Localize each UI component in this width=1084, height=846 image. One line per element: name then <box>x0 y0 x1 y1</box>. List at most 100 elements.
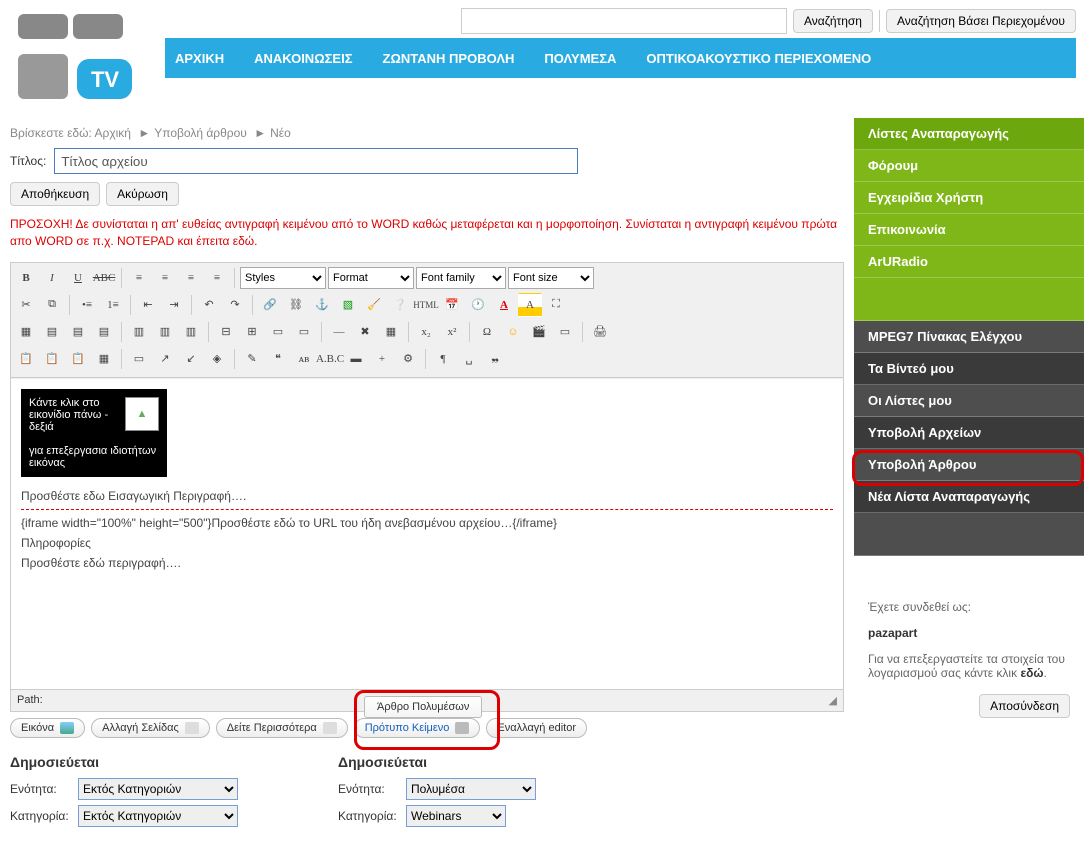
hr-button[interactable]: — <box>327 320 351 344</box>
undo-button[interactable]: ↶ <box>197 293 221 317</box>
logout-button[interactable]: Αποσύνδεση <box>979 694 1070 718</box>
title-input[interactable] <box>54 148 578 174</box>
bgcolor-button[interactable]: A <box>518 293 542 317</box>
cancel-button[interactable]: Ακύρωση <box>106 182 179 206</box>
char-button[interactable]: Ω <box>475 320 499 344</box>
ul-button[interactable]: •≡ <box>75 293 99 317</box>
edit-profile-link[interactable]: εδώ <box>1020 666 1043 680</box>
align-center-button[interactable]: ≡ <box>153 266 177 290</box>
emoji-button[interactable]: ☺ <box>501 320 525 344</box>
underline-button[interactable]: U <box>66 266 90 290</box>
select-all-button[interactable]: ▦ <box>92 347 116 371</box>
del-button[interactable]: ▬ <box>344 347 368 371</box>
side-manuals[interactable]: Εγχειρίδια Χρήστη <box>854 182 1084 214</box>
acronym-button[interactable]: A.B.C <box>318 347 342 371</box>
section-select-left[interactable]: Εκτός Κατηγοριών <box>78 778 238 800</box>
clean-button[interactable]: 🧹 <box>362 293 386 317</box>
fontfamily-select[interactable]: Font family <box>416 267 506 289</box>
col-after-button[interactable]: ▥ <box>153 320 177 344</box>
copy-button[interactable]: ⧉ <box>40 293 64 317</box>
indent-button[interactable]: ⇥ <box>162 293 186 317</box>
category-select-left[interactable]: Εκτός Κατηγοριών <box>78 805 238 827</box>
link-button[interactable]: 🔗 <box>258 293 282 317</box>
chip-readmore[interactable]: Δείτε Περισσότερα <box>216 718 348 738</box>
del-row-button[interactable]: ▤ <box>92 320 116 344</box>
anchor-button[interactable]: ⚓ <box>310 293 334 317</box>
blockquote-button[interactable]: ❠ <box>483 347 507 371</box>
crumb-submit[interactable]: Υποβολή άρθρου <box>154 126 247 140</box>
styles-select[interactable]: Styles <box>240 267 326 289</box>
search-input[interactable] <box>461 8 787 34</box>
fontsize-select[interactable]: Font size <box>508 267 594 289</box>
paste-button[interactable]: 📋 <box>14 347 38 371</box>
date-button[interactable]: 📅 <box>440 293 464 317</box>
logo[interactable]: TV <box>0 4 165 114</box>
visualchars-button[interactable]: ¶ <box>431 347 455 371</box>
sup-button[interactable]: x² <box>440 320 464 344</box>
media-button[interactable]: 🎬 <box>527 320 551 344</box>
strike-button[interactable]: ABC <box>92 266 116 290</box>
category-select-right[interactable]: Webinars <box>406 805 506 827</box>
style-button[interactable]: ✎ <box>240 347 264 371</box>
nav-multimedia[interactable]: ΠΟΛΥΜΕΣΑ <box>544 51 616 66</box>
merge-button[interactable]: ⊞ <box>240 320 264 344</box>
format-select[interactable]: Format <box>328 267 414 289</box>
ins-button[interactable]: + <box>370 347 394 371</box>
chip-image[interactable]: Εικόνα <box>10 718 85 738</box>
align-right-button[interactable]: ≡ <box>179 266 203 290</box>
crumb-home[interactable]: Αρχική <box>95 126 131 140</box>
chip-pagebreak[interactable]: Αλλαγή Σελίδας <box>91 718 210 738</box>
ol-button[interactable]: 1≡ <box>101 293 125 317</box>
side-submit-article[interactable]: Υποβολή Άρθρου <box>854 449 1084 481</box>
nav-home[interactable]: ΑΡΧΙΚΗ <box>175 51 224 66</box>
content-search-button[interactable]: Αναζήτηση Βάσει Περιεχομένου <box>886 9 1076 33</box>
chip-toggle-editor[interactable]: Εναλλαγή editor <box>486 718 587 738</box>
nav-announcements[interactable]: ΑΝΑΚΟΙΝΩΣΕΙΣ <box>254 51 352 66</box>
table-button[interactable]: ▦ <box>14 320 38 344</box>
chip-template[interactable]: Πρότυπο Κείμενο <box>354 718 481 738</box>
search-button[interactable]: Αναζήτηση <box>793 9 873 33</box>
iframe-button[interactable]: ▭ <box>553 320 577 344</box>
image-button[interactable]: ▧ <box>336 293 360 317</box>
side-mylists[interactable]: Οι Λίστες μου <box>854 385 1084 417</box>
remove-format-button[interactable]: ✖ <box>353 320 377 344</box>
abbr-button[interactable]: ᴀʙ <box>292 347 316 371</box>
bold-button[interactable]: B <box>14 266 38 290</box>
row-before-button[interactable]: ▤ <box>40 320 64 344</box>
nbsp-button[interactable]: ␣ <box>457 347 481 371</box>
del-col-button[interactable]: ▥ <box>179 320 203 344</box>
side-playlists[interactable]: Λίστες Αναπαραγωγής <box>854 118 1084 150</box>
resize-handle-icon[interactable]: ◢ <box>829 694 837 707</box>
sub-button[interactable]: x₂ <box>414 320 438 344</box>
backward-button[interactable]: ↙ <box>179 347 203 371</box>
time-button[interactable]: 🕐 <box>466 293 490 317</box>
row-after-button[interactable]: ▤ <box>66 320 90 344</box>
absolute-button[interactable]: ◈ <box>205 347 229 371</box>
paste-text-button[interactable]: 📋 <box>66 347 90 371</box>
visualaid-button[interactable]: ▦ <box>379 320 403 344</box>
forward-button[interactable]: ↗ <box>153 347 177 371</box>
outdent-button[interactable]: ⇤ <box>136 293 160 317</box>
help-button[interactable]: ❔ <box>388 293 412 317</box>
side-upload-files[interactable]: Υποβολή Αρχείων <box>854 417 1084 449</box>
col-before-button[interactable]: ▥ <box>127 320 151 344</box>
side-radio[interactable]: ArURadio <box>854 246 1084 278</box>
layer-button[interactable]: ▭ <box>127 347 151 371</box>
section-select-right[interactable]: Πολυμέσα <box>406 778 536 800</box>
image-placeholder[interactable]: ▲ Κάντε κλικ στο εικονίδιο πάνω - δεξιά … <box>21 389 167 477</box>
nav-av-content[interactable]: ΟΠΤΙΚΟΑΚΟΥΣΤΙΚΟ ΠΕΡΙΕΧΟΜΕΝΟ <box>646 51 871 66</box>
italic-button[interactable]: I <box>40 266 64 290</box>
unlink-button[interactable]: ⛓ <box>284 293 308 317</box>
align-justify-button[interactable]: ≡ <box>205 266 229 290</box>
cite-button[interactable]: ❝ <box>266 347 290 371</box>
editor-canvas[interactable]: ▲ Κάντε κλικ στο εικονίδιο πάνω - δεξιά … <box>11 378 843 689</box>
side-forum[interactable]: Φόρουμ <box>854 150 1084 182</box>
html-button[interactable]: HTML <box>414 293 438 317</box>
align-left-button[interactable]: ≡ <box>127 266 151 290</box>
side-contact[interactable]: Επικοινωνία <box>854 214 1084 246</box>
side-new-playlist[interactable]: Νέα Λίστα Αναπαραγωγής <box>854 481 1084 513</box>
save-button[interactable]: Αποθήκευση <box>10 182 100 206</box>
fullscreen-button[interactable]: ⛶ <box>544 293 568 317</box>
print-button[interactable]: 🖨 <box>588 320 612 344</box>
side-myvideos[interactable]: Τα Βίντεό μου <box>854 353 1084 385</box>
